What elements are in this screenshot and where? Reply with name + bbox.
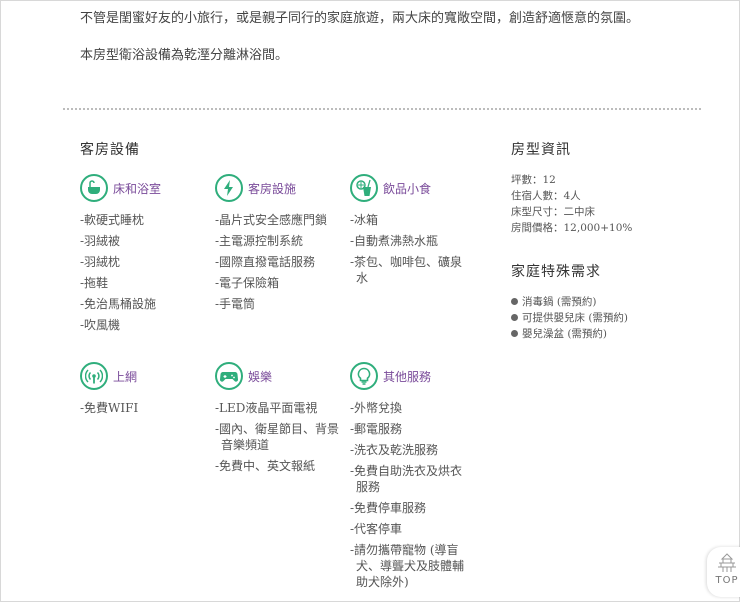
amenity-item: -手電筒 [215, 297, 256, 311]
amenity-item: -電子保險箱 [215, 276, 280, 290]
family-needs-title: 家庭特殊需求 [511, 264, 601, 280]
pagoda-icon [718, 553, 736, 572]
category-label: 客房設施 [248, 181, 297, 196]
amenity-item: -免治馬桶設施 [80, 297, 157, 311]
amenity-item: -自動煮沸熱水瓶 [350, 234, 439, 248]
room-description: 不管是閨蜜好友的小旅行，或是親子同行的家庭旅遊，兩大床的寬敞空間，創造舒適愜意的… [80, 5, 680, 69]
category-internet: 上網 -免費WIFI [80, 360, 210, 421]
amenity-item: -免費中、英文報紙 [215, 459, 316, 473]
room-info-list: 坪數：12 住宿人數：4人 床型尺寸：二中床 房間價格：12,000+10% [511, 172, 632, 236]
family-needs-list: 消毒鍋 (需預約) 可提供嬰兒床 (需預約) 嬰兒澡盆 (需預約) [511, 294, 628, 342]
room-info-title: 房型資訊 [511, 142, 571, 158]
room-size: 坪數：12 [511, 174, 556, 186]
room-price: 房間價格：12,000+10% [511, 222, 633, 234]
amenity-item: -洗衣及乾洗服務 [350, 443, 439, 457]
description-paragraph-1: 不管是閨蜜好友的小旅行，或是親子同行的家庭旅遊，兩大床的寬敞空間，創造舒適愜意的… [80, 11, 640, 26]
category-label: 飲品小食 [383, 181, 432, 196]
bullet-icon [511, 298, 518, 305]
gamepad-icon [215, 362, 243, 390]
bathtub-icon [80, 174, 108, 202]
amenity-item: -請勿攜帶寵物 (導盲犬、導聾犬及肢體輔助犬除外) [350, 543, 465, 589]
amenity-item: -主電源控制系統 [215, 234, 304, 248]
need-label: 嬰兒澡盆 (需預約) [522, 328, 608, 340]
need-label: 可提供嬰兒床 (需預約) [522, 312, 629, 324]
amenity-item: -羽絨被 [80, 234, 121, 248]
need-label: 消毒鍋 (需預約) [522, 296, 597, 308]
category-label: 其他服務 [383, 369, 432, 384]
amenity-item: -茶包、咖啡包、礦泉水 [350, 255, 463, 285]
lightning-icon [215, 174, 243, 202]
category-bed-bath: 床和浴室 -軟硬式睡枕 -羽絨被 -羽絨枕 -拖鞋 -免治馬桶設施 -吹風機 [80, 172, 210, 338]
amenity-item: -國內、衛星節目、背景音樂頻道 [215, 422, 340, 452]
category-room-facilities: 客房設施 -晶片式安全感應門鎖 -主電源控制系統 -國際直撥電話服務 -電子保險… [215, 172, 345, 317]
dotted-divider [63, 108, 701, 110]
back-to-top-button[interactable]: TOP [707, 547, 740, 597]
occupancy: 住宿人數：4人 [511, 190, 581, 202]
bullet-icon [511, 330, 518, 337]
back-to-top-label: TOP [715, 575, 739, 586]
need-item: 嬰兒澡盆 (需預約) [511, 326, 628, 342]
amenity-item: -外幣兌換 [350, 401, 403, 415]
category-label: 娛樂 [248, 369, 273, 384]
bullet-icon [511, 314, 518, 321]
drink-icon [350, 174, 378, 202]
description-paragraph-2: 本房型衛浴設備為乾溼分離淋浴間。 [80, 48, 289, 63]
category-label: 床和浴室 [113, 181, 162, 196]
bed-size: 床型尺寸：二中床 [511, 206, 595, 218]
amenity-item: -國際直撥電話服務 [215, 255, 316, 269]
lightbulb-icon [350, 362, 378, 390]
category-other-services: 其他服務 -外幣兌換 -郵電服務 -洗衣及乾洗服務 -免費自助洗衣及烘衣服務 -… [350, 360, 472, 595]
amenity-item: -吹風機 [80, 318, 121, 332]
amenity-item: -拖鞋 [80, 276, 109, 290]
category-drinks-snacks: 飲品小食 -冰箱 -自動煮沸熱水瓶 -茶包、咖啡包、礦泉水 [350, 172, 470, 291]
amenity-item: -軟硬式睡枕 [80, 213, 145, 227]
amenity-item: -免費停車服務 [350, 501, 427, 515]
category-label: 上網 [113, 369, 138, 384]
need-item: 可提供嬰兒床 (需預約) [511, 310, 628, 326]
amenity-item: -郵電服務 [350, 422, 403, 436]
amenity-item: -免費WIFI [80, 401, 139, 415]
need-item: 消毒鍋 (需預約) [511, 294, 628, 310]
amenity-item: -羽絨枕 [80, 255, 121, 269]
amenities-title: 客房設備 [80, 142, 140, 158]
wifi-icon [80, 362, 108, 390]
amenity-item: -免費自助洗衣及烘衣服務 [350, 464, 463, 494]
amenity-item: -晶片式安全感應門鎖 [215, 213, 328, 227]
amenity-item: -冰箱 [350, 213, 379, 227]
amenity-item: -LED液晶平面電視 [215, 401, 318, 415]
amenity-item: -代客停車 [350, 522, 403, 536]
category-entertainment: 娛樂 -LED液晶平面電視 -國內、衛星節目、背景音樂頻道 -免費中、英文報紙 [215, 360, 345, 479]
